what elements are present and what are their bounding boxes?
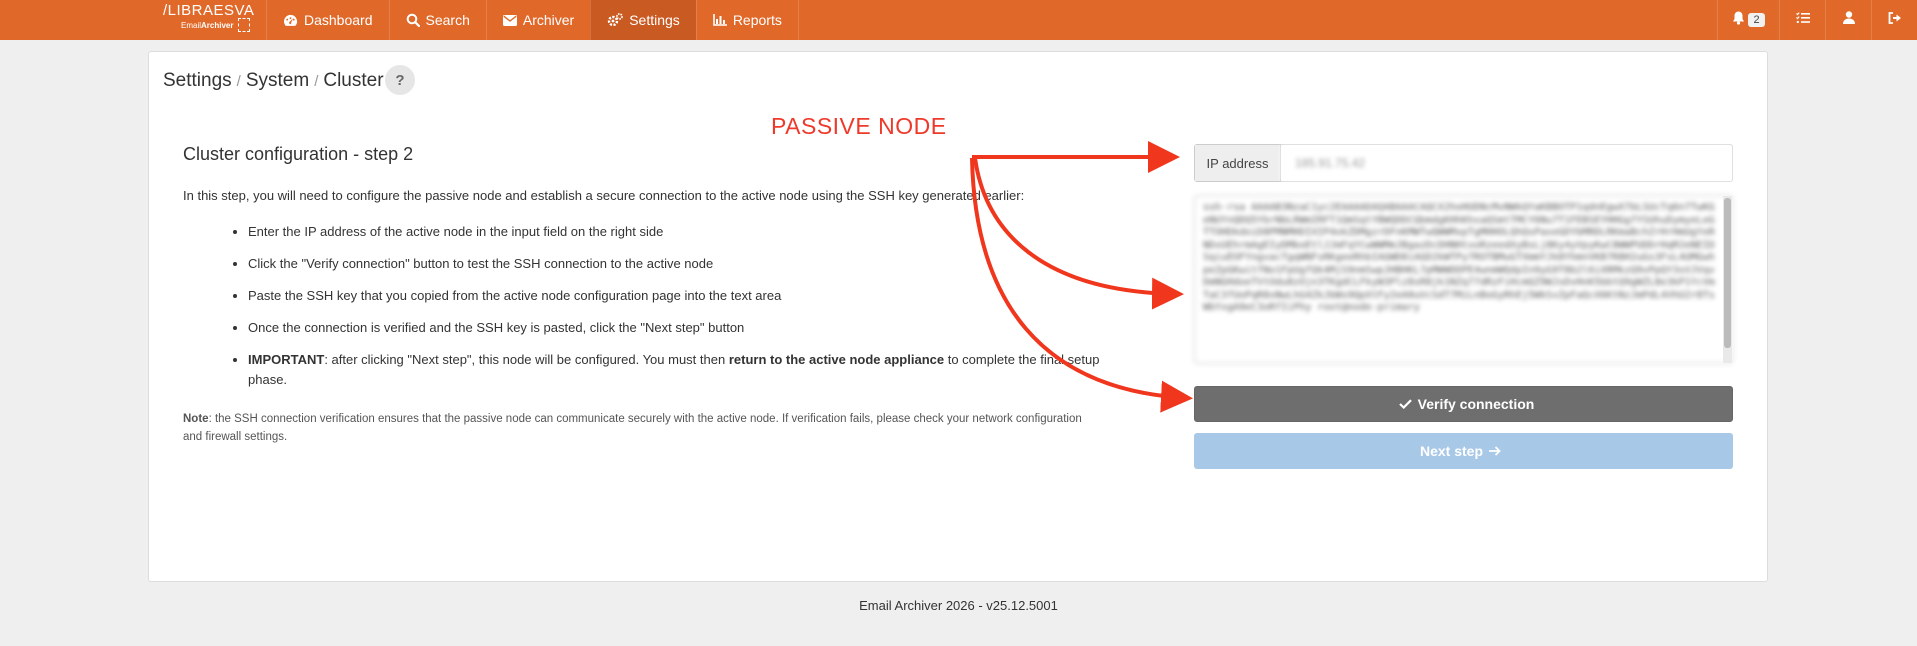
nav-dashboard-label: Dashboard <box>304 12 373 28</box>
arrow-right-icon <box>1489 446 1501 456</box>
nav-search-label: Search <box>425 12 470 28</box>
ip-address-group: IP address <box>1194 144 1733 182</box>
next-step-button[interactable]: Next step <box>1194 433 1733 469</box>
bell-icon <box>1732 11 1745 30</box>
nav-search[interactable]: Search <box>388 0 486 40</box>
check-icon <box>1398 399 1412 409</box>
note-text: Note: the SSH connection verification en… <box>183 410 1083 446</box>
list-item: Once the connection is verified and the … <box>248 318 1128 338</box>
main-nav: Dashboard Search Archiver Settings Repor… <box>266 0 799 40</box>
ip-address-label: IP address <box>1195 145 1281 181</box>
list-item: Click the "Verify connection" button to … <box>248 254 1128 274</box>
list-item: Enter the IP address of the active node … <box>248 222 1128 242</box>
top-navbar: /LIBRAESVA EmailArchiver Dashboard Searc… <box>0 0 1917 40</box>
brand-subtitle: EmailArchiver <box>181 21 234 30</box>
nav-archiver-label: Archiver <box>522 12 575 28</box>
nav-settings-label: Settings <box>629 12 680 28</box>
important-text: : after clicking "Next step", this node … <box>324 352 729 367</box>
nav-reports[interactable]: Reports <box>695 0 799 40</box>
next-step-label: Next step <box>1419 443 1484 459</box>
nav-archiver[interactable]: Archiver <box>485 0 590 40</box>
breadcrumb-separator: / <box>314 72 319 90</box>
list-item-important: IMPORTANT: after clicking "Next step", t… <box>248 350 1128 390</box>
gears-icon <box>607 13 624 27</box>
note-label: Note <box>183 413 209 425</box>
notifications-badge: 2 <box>1748 13 1765 27</box>
breadcrumb-settings[interactable]: Settings <box>163 70 232 92</box>
textarea-scrollbar[interactable] <box>1723 196 1732 363</box>
breadcrumb-cluster: Cluster <box>323 70 384 91</box>
step-intro: In this step, you will need to configure… <box>183 188 1025 203</box>
user-icon <box>1842 11 1855 29</box>
verify-connection-label: Verify connection <box>1417 396 1535 412</box>
ssh-key-textarea[interactable]: ssh-rsa AAAAB3NzaC1yc2EAAAADAQABAAACAQCX… <box>1194 195 1733 364</box>
footer-version: Email Archiver 2026 - v25.12.5001 <box>859 598 1058 613</box>
notifications-button[interactable]: 2 <box>1717 0 1779 40</box>
breadcrumb-system[interactable]: System <box>246 70 309 92</box>
navbar-right: 2 <box>1717 0 1917 40</box>
breadcrumb-separator: / <box>236 72 241 90</box>
scrollbar-thumb[interactable] <box>1724 198 1731 348</box>
brand-mark-icon <box>238 18 250 32</box>
step-list: Enter the IP address of the active node … <box>248 222 1128 390</box>
logout-icon <box>1888 11 1902 29</box>
breadcrumb: Settings / System / Cluster <box>163 70 384 92</box>
tasks-list-icon <box>1795 11 1810 29</box>
brand-name: /LIBRAESVA <box>163 2 255 19</box>
search-icon <box>406 13 420 27</box>
note-body: : the SSH connection verification ensure… <box>183 413 1082 443</box>
passive-node-annotation: PASSIVE NODE <box>771 113 947 139</box>
envelope-icon <box>502 14 517 26</box>
user-button[interactable] <box>1825 0 1871 40</box>
important-label: IMPORTANT <box>248 352 325 367</box>
brand-logo[interactable]: /LIBRAESVA EmailArchiver <box>0 0 254 40</box>
nav-reports-label: Reports <box>732 12 782 28</box>
help-button[interactable]: ? <box>385 65 415 95</box>
nav-dashboard[interactable]: Dashboard <box>266 0 389 40</box>
nav-settings[interactable]: Settings <box>590 0 696 40</box>
gauge-icon <box>283 14 298 27</box>
list-item: Paste the SSH key that you copied from t… <box>248 286 1128 306</box>
main-card: Settings / System / Cluster ? PASSIVE NO… <box>148 51 1768 582</box>
verify-connection-button[interactable]: Verify connection <box>1194 386 1733 422</box>
logout-button[interactable] <box>1871 0 1917 40</box>
tasks-button[interactable] <box>1779 0 1825 40</box>
important-bold-text: return to the active node appliance <box>728 352 945 367</box>
ip-address-input[interactable] <box>1281 145 1732 181</box>
chart-icon <box>713 14 727 26</box>
step-title: Cluster configuration - step 2 <box>183 144 414 164</box>
